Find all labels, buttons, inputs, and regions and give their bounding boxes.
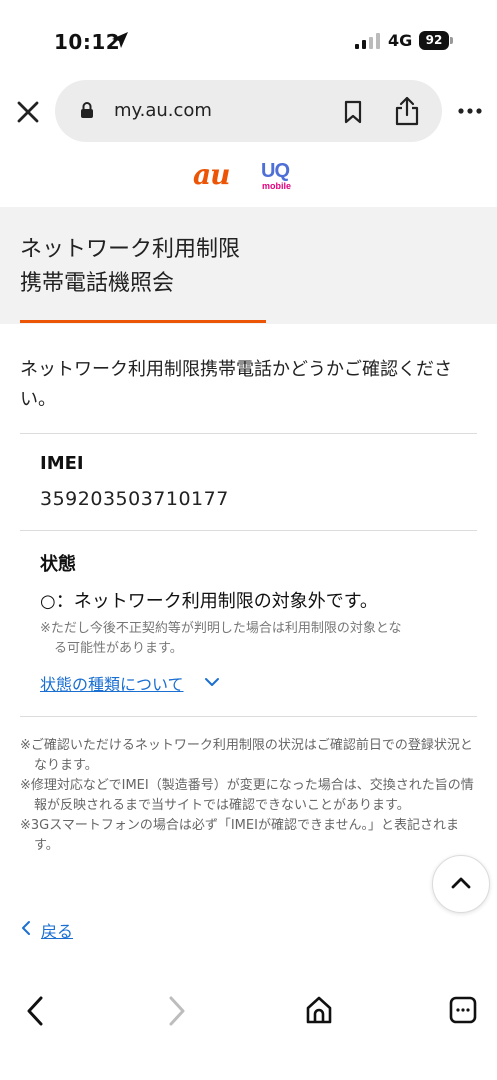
divider [20, 530, 477, 531]
note-item: ※修理対応などでIMEI（製造番号）が変更になった場合は、交換された旨の情報が反… [20, 778, 474, 813]
state-note: ※ただし今後不正契約等が判明した場合は利用制限の対象とな る可能性があります。 [40, 619, 470, 659]
notes-section: ※ご確認いただけるネットワーク利用制限の状況はご確認前日での登録状況となります。… [20, 736, 475, 856]
page-title-line-2: 携帯電話機照会 [20, 271, 175, 296]
state-note-line-2: る可能性があります。 [54, 641, 183, 656]
browser-forward-icon[interactable] [166, 995, 188, 1027]
battery-icon: 92 [419, 31, 449, 50]
uq-mobile-logo: UQ mobile [261, 160, 301, 192]
cellular-signal-icon [355, 33, 380, 49]
au-logo: au [193, 158, 230, 191]
state-label: 状態 [40, 554, 76, 575]
more-icon[interactable] [457, 104, 483, 118]
back-link[interactable]: 戻る [41, 918, 73, 942]
lock-icon [81, 102, 93, 118]
network-type: 4G [388, 31, 413, 50]
intro-text: ネットワーク利用制限携帯電話かどうかご確認ください。 [20, 359, 452, 410]
chevron-down-icon[interactable] [204, 676, 220, 688]
tabs-icon[interactable] [449, 996, 477, 1024]
location-arrow-icon [112, 32, 128, 48]
imei-value: 359203503710177 [40, 488, 229, 510]
close-icon[interactable] [12, 96, 44, 128]
home-icon[interactable] [305, 995, 333, 1025]
bookmark-icon[interactable] [342, 100, 364, 124]
battery-tip [450, 37, 453, 44]
state-value: ○：ネットワーク利用制限の対象外です。 [40, 591, 378, 612]
scroll-to-top-button[interactable] [432, 855, 490, 913]
uq-logo-subtext: mobile [262, 181, 292, 191]
share-icon[interactable] [394, 96, 420, 126]
chevron-left-icon[interactable] [20, 920, 32, 936]
uq-logo-text: UQ [261, 160, 290, 182]
url-text[interactable]: my.au.com [114, 100, 212, 121]
state-note-line-1: ※ただし今後不正契約等が判明した場合は利用制限の対象とな [40, 621, 402, 636]
state-types-link[interactable]: 状態の種類について [40, 671, 184, 695]
note-item: ※ご確認いただけるネットワーク利用制限の状況はご確認前日での登録状況となります。 [20, 738, 473, 773]
divider [20, 716, 477, 717]
status-bar: 10:12 4G 92 [0, 0, 497, 72]
imei-label: IMEI [40, 453, 84, 474]
browser-back-icon[interactable] [24, 995, 46, 1027]
title-accent-bar [20, 320, 266, 323]
divider [20, 433, 477, 434]
note-item: ※3Gスマートフォンの場合は必ず「IMEIが確認できません。」と表記されます。 [20, 818, 460, 853]
chevron-up-icon [451, 877, 471, 889]
page-title-line-1: ネットワーク利用制限 [20, 237, 241, 262]
